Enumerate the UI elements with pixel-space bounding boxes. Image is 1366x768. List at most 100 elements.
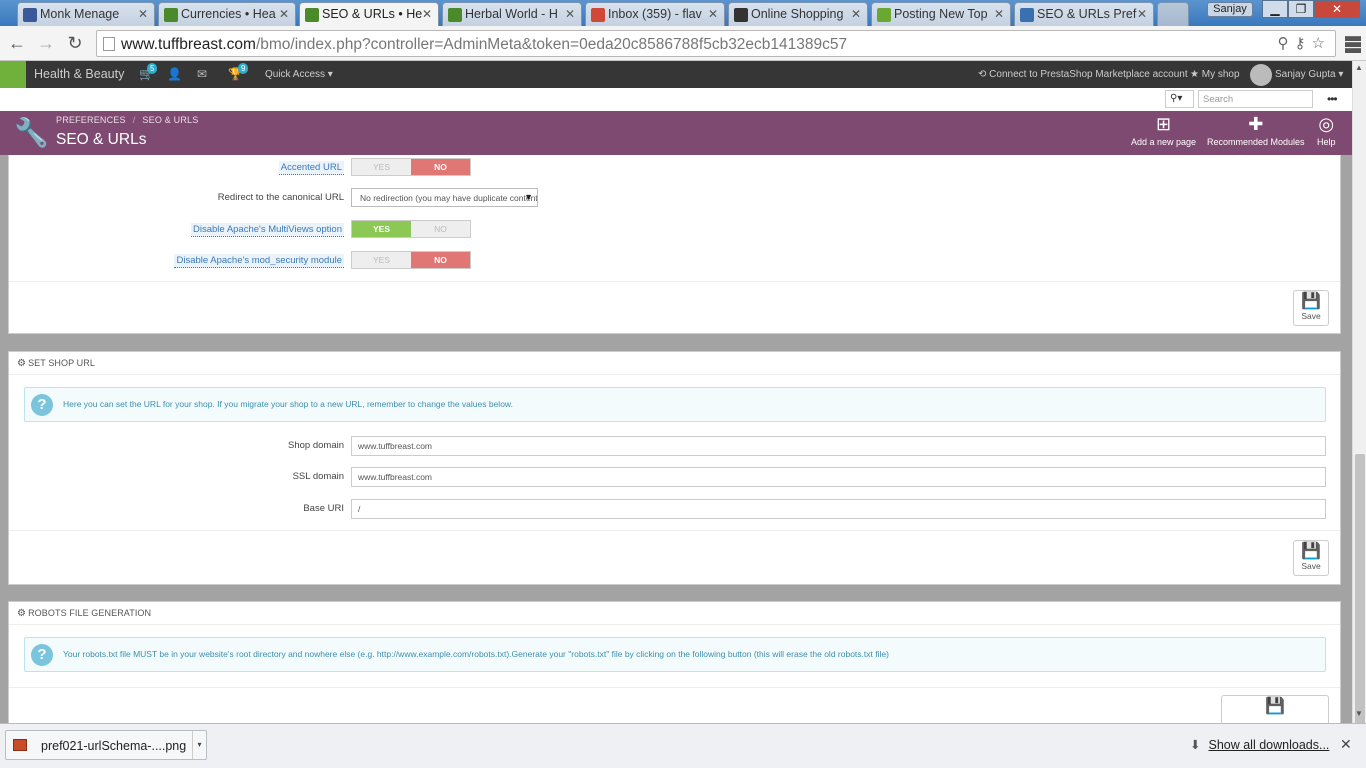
key-icon[interactable]: ⚷ <box>1295 35 1312 52</box>
tab-inbox[interactable]: Inbox (359) - flav ✕ <box>585 2 725 26</box>
accented-url-label: Accented URL <box>278 161 344 175</box>
browser-tab-strip: Monk Menage ✕ Currencies • Hea ✕ SEO & URL… <box>0 0 1366 26</box>
tab-online-shopping[interactable]: Online Shopping ✕ <box>728 2 868 26</box>
floppy-disk-icon: 💾 <box>1301 543 1321 560</box>
new-tab-button[interactable] <box>1157 2 1189 26</box>
base-uri-input[interactable]: / <box>351 499 1326 519</box>
leaf-icon <box>164 8 178 22</box>
minimize-button[interactable]: ▁ <box>1262 0 1288 18</box>
floppy-disk-icon: 💾 <box>1265 698 1285 715</box>
show-all-downloads-link[interactable]: Show all downloads... <box>1208 738 1329 752</box>
info-alert: ? Here you can set the URL for your shop.… <box>24 387 1326 422</box>
generate-robots-button[interactable]: 💾 <box>1221 695 1329 723</box>
leaf-icon <box>305 8 319 22</box>
close-icon[interactable]: ✕ <box>851 7 861 21</box>
floppy-disk-icon: 💾 <box>1301 293 1321 310</box>
scrollbar-thumb[interactable] <box>1355 454 1365 739</box>
multiviews-switch[interactable]: YES NO <box>351 220 471 238</box>
reload-button[interactable]: ↻ <box>64 33 86 54</box>
tab-posting-new-topic[interactable]: Posting New Top ✕ <box>871 2 1011 26</box>
omnibox-icons: ⚲⚷☆ <box>1278 34 1331 52</box>
close-icon[interactable]: ✕ <box>1137 7 1147 21</box>
close-icon[interactable]: ✕ <box>565 7 575 21</box>
tab-monk-menage[interactable]: Monk Menage ✕ <box>17 2 155 26</box>
chevron-down-icon[interactable]: ▾ <box>192 731 206 759</box>
close-icon[interactable]: ✕ <box>138 7 148 21</box>
star-icon[interactable]: ☆ <box>1312 35 1331 52</box>
help-button[interactable]: ◎ Help <box>1317 114 1336 147</box>
page-scrollbar[interactable]: ▲ ▼ <box>1352 61 1366 739</box>
breadcrumb: PREFERENCES / SEO & URLS <box>56 115 199 125</box>
recommended-modules-button[interactable]: ✚ Recommended Modules <box>1207 114 1305 147</box>
trophy-count-badge: 9 <box>238 63 249 74</box>
tab-currencies[interactable]: Currencies • Hea ✕ <box>158 2 296 26</box>
marketplace-link[interactable]: ⟲ Connect to PrestaShop Marketplace acco… <box>978 69 1188 80</box>
address-bar-row: ← → ↻ www.tuffbreast.com/bmo/index.php?c… <box>0 26 1366 61</box>
mod-security-switch[interactable]: YES NO <box>351 251 471 269</box>
chrome-menu-icon[interactable]: ▬ ▬ ▬ <box>1344 29 1362 57</box>
maximize-button[interactable]: ❐ <box>1288 0 1314 18</box>
accented-url-switch[interactable]: YES NO <box>351 158 471 176</box>
tab-herbal-world[interactable]: Herbal World - H ✕ <box>442 2 582 26</box>
store-icon <box>734 8 748 22</box>
shop-name-link[interactable]: Health & Beauty <box>34 67 124 81</box>
search-row: ⚲▾ Search ••• <box>0 88 1352 111</box>
close-icon[interactable]: ✕ <box>422 7 432 21</box>
question-icon: ? <box>31 394 53 416</box>
tab-seo-urls-active[interactable]: SEO & URLs • He ✕ <box>299 2 439 26</box>
back-button[interactable]: ← <box>6 33 28 54</box>
customer-icon[interactable]: 👤 <box>167 67 182 81</box>
more-icon[interactable]: ••• <box>1327 92 1338 106</box>
close-icon[interactable]: ✕ <box>1340 736 1352 753</box>
cogs-icon: ⚙ <box>17 358 27 369</box>
employee-menu[interactable]: Sanjay Gupta ▾ <box>1275 69 1343 80</box>
caret-down-icon: ▼ <box>524 192 533 202</box>
my-shop-link[interactable]: ★ My shop <box>1190 69 1240 80</box>
ssl-domain-input[interactable]: www.tuffbreast.com <box>351 467 1326 487</box>
save-button[interactable]: 💾 Save <box>1293 540 1329 576</box>
divider <box>9 530 1340 531</box>
info-alert: ? Your robots.txt file MUST be in your we… <box>24 637 1326 672</box>
window-close-button[interactable]: ✕ <box>1314 0 1360 18</box>
shop-domain-input[interactable]: www.tuffbreast.com <box>351 436 1326 456</box>
download-shelf: pref021-urlSchema-....png ▾ ⬇ Show all do… <box>0 723 1366 768</box>
lifebuoy-icon: ◎ <box>1318 114 1335 134</box>
profile-badge[interactable]: Sanjay <box>1207 2 1253 17</box>
prestashop-logo[interactable] <box>0 61 26 88</box>
avatar[interactable] <box>1250 64 1272 86</box>
scroll-up-icon[interactable]: ▲ <box>1355 63 1363 72</box>
zoom-icon[interactable]: ⚲ <box>1278 35 1295 52</box>
divider <box>9 281 1340 282</box>
url-text: www.tuffbreast.com/bmo/index.php?control… <box>121 36 848 53</box>
add-new-page-button[interactable]: ⊞ Add a new page <box>1131 114 1196 147</box>
plus-square-icon: ⊞ <box>1155 114 1172 134</box>
quick-access-menu[interactable]: Quick Access ▾ <box>265 69 333 80</box>
url-input[interactable]: www.tuffbreast.com/bmo/index.php?control… <box>96 30 1336 57</box>
base-uri-label: Base URI <box>303 503 344 514</box>
divider <box>9 624 1340 625</box>
seo-options-panel: Accented URL YES NO Redirect to the canon… <box>8 155 1341 334</box>
prestashop-icon <box>1020 8 1034 22</box>
save-button[interactable]: 💾 Save <box>1293 290 1329 326</box>
cart-count-badge: 5 <box>147 63 158 74</box>
close-icon[interactable]: ✕ <box>994 7 1004 21</box>
tab-seo-urls-pref[interactable]: SEO & URLs Pref ✕ <box>1014 2 1154 26</box>
close-icon[interactable]: ✕ <box>279 7 289 21</box>
cogs-icon: ⚙ <box>17 608 27 619</box>
forward-button[interactable]: → <box>35 33 57 54</box>
facebook-icon <box>23 8 37 22</box>
divider <box>9 687 1340 688</box>
download-item[interactable]: pref021-urlSchema-....png ▾ <box>5 730 207 760</box>
divider <box>9 374 1340 375</box>
search-input[interactable]: Search <box>1198 90 1313 108</box>
gmail-icon <box>591 8 605 22</box>
robots-file-panel: ⚙ ROBOTS FILE GENERATION ? Your robots.txt… <box>8 601 1341 723</box>
question-icon: ? <box>31 644 53 666</box>
mod-security-label: Disable Apache's mod_security module <box>174 254 344 268</box>
scroll-down-icon[interactable]: ▼ <box>1355 709 1363 718</box>
envelope-icon[interactable]: ✉ <box>197 67 207 81</box>
search-filter-dropdown[interactable]: ⚲▾ <box>1165 90 1194 108</box>
redirect-canonical-select[interactable]: No redirection (you may have duplicate c… <box>351 188 538 207</box>
close-icon[interactable]: ✕ <box>708 7 718 21</box>
page-title: SEO & URLs <box>56 131 147 148</box>
